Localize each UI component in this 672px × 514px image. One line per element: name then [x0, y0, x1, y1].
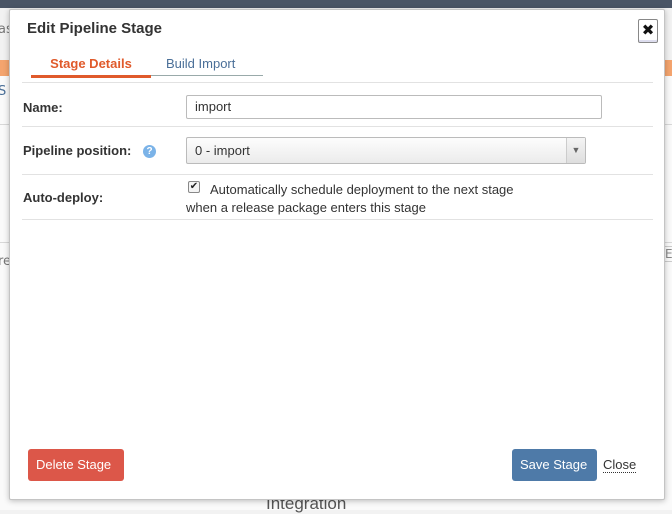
background-topbar [0, 0, 672, 8]
edit-pipeline-stage-dialog: Edit Pipeline Stage ✖ Stage Details Buil… [9, 9, 665, 500]
chevron-down-icon[interactable]: ▼ [566, 138, 585, 163]
dialog-tabs: Stage Details Build Import [31, 53, 263, 78]
tab-stage-details[interactable]: Stage Details [31, 53, 151, 78]
name-input[interactable]: import [186, 95, 602, 119]
close-link[interactable]: Close [603, 457, 637, 473]
row-divider [22, 82, 653, 83]
delete-stage-button[interactable]: Delete Stage [28, 449, 124, 481]
auto-deploy-label: Auto-deploy: [23, 190, 104, 205]
help-icon[interactable]: ? [143, 145, 156, 158]
auto-deploy-text-line: Automatically schedule deployment to the… [210, 182, 514, 197]
name-label: Name: [23, 100, 63, 115]
row-divider [22, 174, 653, 175]
row-divider [22, 219, 653, 220]
dialog-title: Edit Pipeline Stage [27, 20, 163, 37]
auto-deploy-description: Automatically schedule deployment to the… [186, 181, 576, 217]
auto-deploy-text-line: when a release package enters this stage [186, 200, 426, 215]
tab-build-import[interactable]: Build Import [166, 53, 235, 75]
save-stage-button[interactable]: Save Stage [512, 449, 597, 481]
pipeline-position-value: 0 - import [195, 143, 250, 158]
background-text-fragment: S [0, 84, 7, 99]
close-icon[interactable]: ✖ [638, 19, 658, 43]
pipeline-position-label: Pipeline position: [23, 143, 132, 158]
row-divider [22, 126, 653, 127]
pipeline-position-select[interactable]: 0 - import ▼ [186, 137, 586, 164]
